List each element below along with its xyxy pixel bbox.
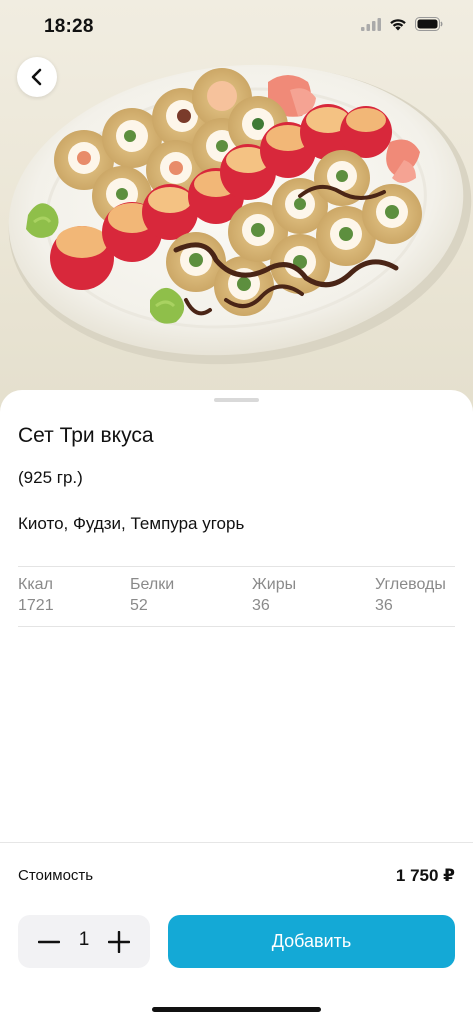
product-image [0, 0, 473, 420]
home-indicator [152, 1007, 321, 1012]
nutrition-value: 36 [252, 597, 270, 614]
minus-icon [38, 940, 60, 943]
nutrition-value: 36 [375, 597, 393, 614]
cost-label: Стоимость [18, 867, 94, 884]
nutrition-fat: Жиры 36 [252, 575, 296, 616]
status-bar: 18:28 [0, 0, 473, 54]
cost-value: 1 750 ₽ [395, 866, 455, 885]
nutrition-protein: Белки 52 [130, 575, 174, 616]
nutrition-label: Белки [130, 576, 175, 593]
cellular-signal-icon [361, 17, 381, 31]
plus-icon [108, 930, 130, 953]
product-weight: (925 гр.) [18, 468, 83, 487]
sushi-plate-illustration [8, 64, 472, 365]
increase-button[interactable] [96, 915, 142, 968]
nutrition-carbs: Углеводы 36 [375, 575, 446, 616]
product-sheet: Сет Три вкуса (925 гр.) Киото, Фудзи, Те… [0, 390, 473, 1024]
status-time: 18:28 [44, 16, 94, 37]
status-icons [361, 17, 443, 31]
nutrition-kcal: Ккал 1721 [18, 575, 54, 616]
nutrition-value: 52 [130, 597, 148, 614]
nutrition-label: Жиры [252, 576, 297, 593]
nutrition-label: Углеводы [375, 576, 446, 593]
nutrition-table: Ккал 1721 Белки 52 Жиры 36 Углеводы 36 [18, 566, 455, 627]
chevron-left-icon [31, 68, 42, 86]
product-title: Сет Три вкуса [18, 424, 154, 447]
wifi-icon [390, 18, 406, 30]
nutrition-label: Ккал [18, 576, 53, 593]
sheet-grabber[interactable] [214, 398, 259, 402]
nutrition-value: 1721 [18, 597, 54, 614]
quantity-stepper: 1 [18, 915, 150, 968]
footer-divider [0, 842, 473, 843]
back-button[interactable] [17, 57, 57, 97]
battery-icon [415, 17, 443, 31]
add-to-cart-button[interactable]: Добавить [168, 915, 455, 968]
product-description: Киото, Фудзи, Темпура угорь [18, 514, 245, 533]
